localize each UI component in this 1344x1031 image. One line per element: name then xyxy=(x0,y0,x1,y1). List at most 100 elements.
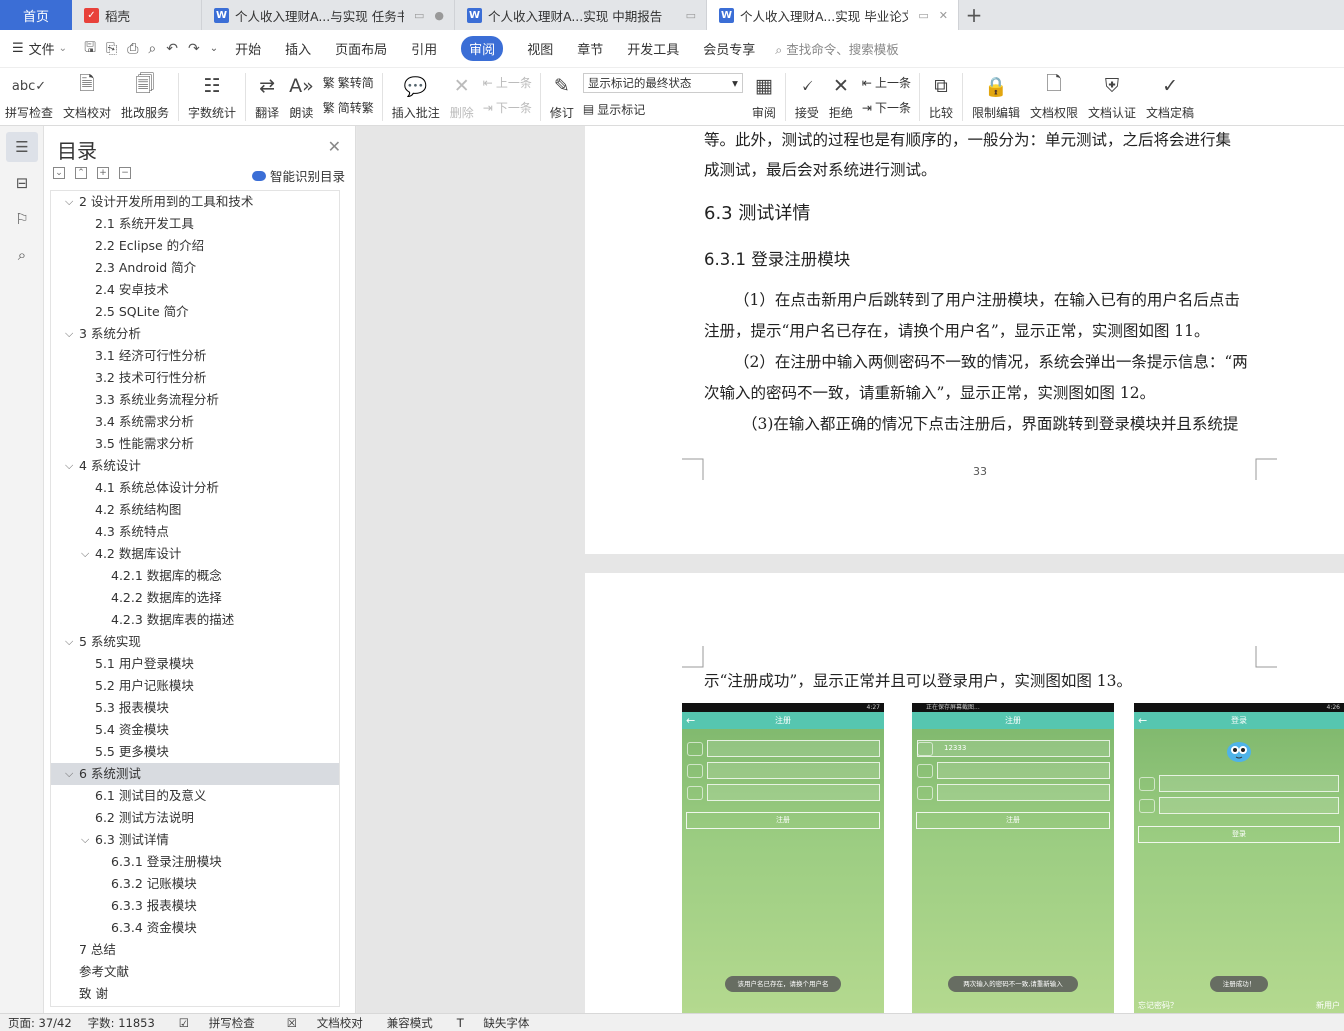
menu-chapter[interactable]: 章节 xyxy=(565,30,615,68)
missing-font-button[interactable]: T 缺失字体 xyxy=(441,1015,546,1031)
tab-thesis[interactable]: W 个人收入理财A...实现 毕业论文 ▭ ✕ xyxy=(707,0,959,30)
toc-item[interactable]: 6.3.1 登录注册模块 xyxy=(51,851,339,873)
menu-start[interactable]: 开始 xyxy=(223,30,273,68)
toc-item[interactable]: 4.3 系统特点 xyxy=(51,521,339,543)
menu-layout[interactable]: 页面布局 xyxy=(323,30,399,68)
tab-home[interactable]: 首页 xyxy=(0,0,72,30)
save-icon[interactable]: 🖫 xyxy=(79,37,101,61)
toc-item[interactable]: 2.4 安卓技术 xyxy=(51,279,339,301)
collapse-all-icon[interactable]: ⌄ xyxy=(53,167,65,179)
toc-item[interactable]: ⌵ 4 系统设计 xyxy=(51,455,339,477)
spell-check-status[interactable]: ☑ 拼写检查 xyxy=(163,1015,271,1031)
add-heading-icon[interactable]: + xyxy=(97,167,109,179)
monitor-icon[interactable]: ▭ xyxy=(686,9,696,22)
reject-button[interactable]: ✕ 拒绝 xyxy=(824,68,858,126)
prev-change-button[interactable]: ⇤ 上一条 xyxy=(862,74,911,91)
toc-item[interactable]: 2.5 SQLite 简介 xyxy=(51,301,339,323)
toc-item[interactable]: 4.1 系统总体设计分析 xyxy=(51,477,339,499)
undo-icon[interactable]: ↶ xyxy=(161,41,183,57)
toc-item[interactable]: 4.2.2 数据库的选择 xyxy=(51,587,339,609)
toc-item[interactable]: 4.2 系统结构图 xyxy=(51,499,339,521)
redo-icon[interactable]: ↷ xyxy=(183,41,205,57)
delete-comment-button[interactable]: ✕ 删除 xyxy=(445,68,479,126)
page-indicator[interactable]: 页面: 37/42 xyxy=(0,1015,80,1031)
print-icon[interactable]: ⎙ xyxy=(122,41,143,57)
close-icon[interactable]: ✕ xyxy=(939,9,948,22)
translate-button[interactable]: ⇄ 翻译 xyxy=(250,68,284,126)
toc-item[interactable]: 3.5 性能需求分析 xyxy=(51,433,339,455)
batch-service-button[interactable]: 🗐 批改服务 xyxy=(116,68,174,126)
chevron-down-icon[interactable]: ⌵ xyxy=(65,631,73,653)
tab-task-book[interactable]: W 个人收入理财A...与实现 任务书 ▭ ● xyxy=(202,0,455,30)
spell-check-button[interactable]: abc✓ 拼写检查 xyxy=(0,68,58,126)
toc-item[interactable]: 2.3 Android 简介 xyxy=(51,257,339,279)
show-markup-button[interactable]: ▤ 显示标记 xyxy=(583,101,743,118)
toc-item[interactable]: ⌵ 3 系统分析 xyxy=(51,323,339,345)
toc-item[interactable]: 4.2.1 数据库的概念 xyxy=(51,565,339,587)
doc-certify-button[interactable]: ⛨ 文档认证 xyxy=(1083,68,1141,126)
toc-item[interactable]: 6.3.2 记账模块 xyxy=(51,873,339,895)
read-aloud-button[interactable]: A» 朗读 xyxy=(284,68,319,126)
toc-item[interactable]: 6.1 测试目的及意义 xyxy=(51,785,339,807)
menu-review[interactable]: 审阅 xyxy=(449,30,515,68)
menu-insert[interactable]: 插入 xyxy=(273,30,323,68)
toc-item[interactable]: 致 谢 xyxy=(51,983,339,1005)
markup-state-select[interactable]: 显示标记的最终状态 ▾ xyxy=(582,72,743,93)
menu-member[interactable]: 会员专享 xyxy=(691,30,767,68)
chevron-down-icon[interactable]: ⌵ xyxy=(65,763,73,785)
toc-item[interactable]: 6.3.3 报表模块 xyxy=(51,895,339,917)
toc-item[interactable]: 7 总结 xyxy=(51,939,339,961)
tab-midterm-report[interactable]: W 个人收入理财A...实现 中期报告 ▭ xyxy=(455,0,707,30)
next-comment-button[interactable]: ⇥ 下一条 xyxy=(483,99,532,116)
monitor-icon[interactable]: ▭ xyxy=(918,9,928,22)
chevron-down-icon[interactable]: ⌵ xyxy=(65,323,73,345)
doc-proof-button[interactable]: 🗎 文档校对 xyxy=(58,68,116,126)
toc-item[interactable]: 6.2 测试方法说明 xyxy=(51,807,339,829)
add-tab-button[interactable]: + xyxy=(959,0,989,30)
toc-icon[interactable]: ☰ xyxy=(6,132,38,162)
chapter-nav-icon[interactable]: ⊟ xyxy=(6,168,38,198)
toc-item[interactable]: 6.3.4 资金模块 xyxy=(51,917,339,939)
toc-item[interactable]: 2.1 系统开发工具 xyxy=(51,213,339,235)
bookmark-icon[interactable]: ⚐ xyxy=(6,204,38,234)
accept-button[interactable]: 🗸 接受 xyxy=(790,68,824,126)
toc-item[interactable]: 2.2 Eclipse 的介绍 xyxy=(51,235,339,257)
toc-item[interactable]: 3.2 技术可行性分析 xyxy=(51,367,339,389)
monitor-icon[interactable]: ▭ xyxy=(414,9,424,22)
expand-all-icon[interactable]: ⌃ xyxy=(75,167,87,179)
doc-permission-button[interactable]: 🗋 文档权限 xyxy=(1025,68,1083,126)
remove-heading-icon[interactable]: − xyxy=(119,167,131,179)
more-icon[interactable]: ⌄ xyxy=(205,43,223,54)
insert-comment-button[interactable]: 💬 插入批注 xyxy=(387,68,445,126)
toc-item[interactable]: 5.2 用户记账模块 xyxy=(51,675,339,697)
chevron-down-icon[interactable]: ⌵ xyxy=(81,543,89,565)
close-icon[interactable]: ✕ xyxy=(328,137,341,156)
toc-item[interactable]: 参考文献 xyxy=(51,961,339,983)
word-count-button[interactable]: ☷ 字数统计 xyxy=(183,68,241,126)
smart-toc-button[interactable]: 智能识别目录 xyxy=(251,166,345,185)
toc-item[interactable]: 5.5 更多模块 xyxy=(51,741,339,763)
toc-item[interactable]: ⌵ 6 系统测试 xyxy=(51,763,339,785)
toc-item[interactable]: ⌵ 5 系统实现 xyxy=(51,631,339,653)
chevron-down-icon[interactable]: ⌵ xyxy=(81,829,89,851)
toc-item[interactable]: 4.2.3 数据库表的描述 xyxy=(51,609,339,631)
menu-devtools[interactable]: 开发工具 xyxy=(615,30,691,68)
track-changes-button[interactable]: ✎ 修订 xyxy=(545,68,579,126)
document-area[interactable]: 等。此外，测试的过程也是有顺序的，一般分为：单元测试，之后将会进行集 成测试，最… xyxy=(357,126,1344,1013)
scrollbar[interactable] xyxy=(339,416,340,1007)
toc-item[interactable]: 3.1 经济可行性分析 xyxy=(51,345,339,367)
file-menu[interactable]: ☰ 文件 ⌄ xyxy=(0,30,79,68)
doc-finalize-button[interactable]: ✓ 文档定稿 xyxy=(1141,68,1199,126)
word-count[interactable]: 字数: 11853 xyxy=(80,1015,163,1031)
trad-to-simp-button[interactable]: 繁繁转简 xyxy=(323,74,374,91)
review-pane-button[interactable]: ▦ 审阅 xyxy=(747,68,781,126)
command-search[interactable]: ⌕ 查找命令、搜索模板 xyxy=(775,39,899,58)
next-change-button[interactable]: ⇥ 下一条 xyxy=(862,99,911,116)
doc-proof-status[interactable]: ☒ 文档校对 xyxy=(271,1015,379,1031)
search-icon[interactable]: ⌕ xyxy=(6,240,38,270)
menu-view[interactable]: 视图 xyxy=(515,30,565,68)
print-preview-icon[interactable]: ⌕ xyxy=(143,41,161,57)
tab-docer[interactable]: ✓ 稻壳 xyxy=(72,0,202,30)
toc-item[interactable]: 3.4 系统需求分析 xyxy=(51,411,339,433)
prev-comment-button[interactable]: ⇤ 上一条 xyxy=(483,74,532,91)
